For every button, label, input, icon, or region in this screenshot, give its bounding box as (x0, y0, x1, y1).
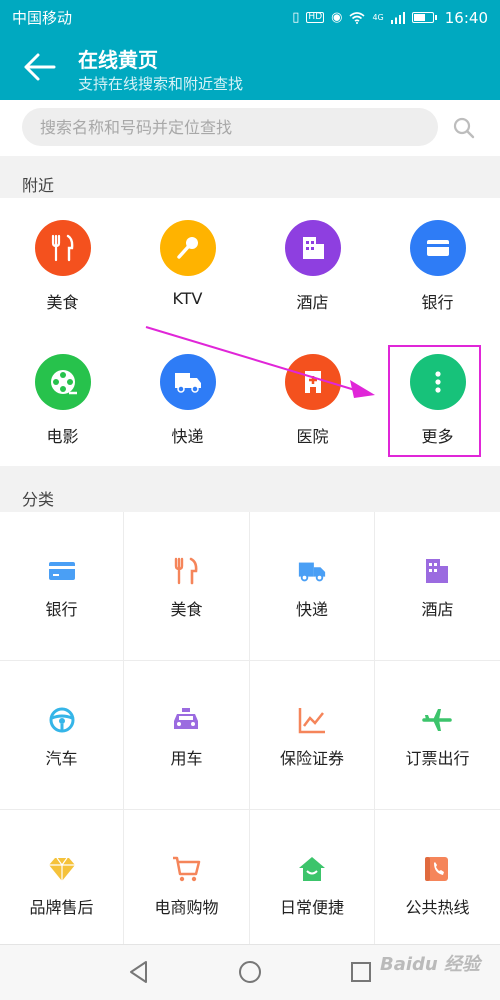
nearby-item-ktv[interactable]: KTV (125, 198, 250, 332)
category-item-label: 银行 (45, 600, 78, 619)
category-item-ride[interactable]: 用车 (124, 661, 250, 810)
watermark: Baidu 经验 (380, 954, 481, 975)
category-item-daily[interactable]: 日常便捷 (250, 810, 375, 944)
phone-book-icon (425, 857, 448, 881)
nearby-item-food[interactable]: 美食 (0, 198, 125, 332)
clock: 16:40 (444, 8, 488, 27)
bank-card-icon (410, 220, 466, 276)
page-title: 在线黄页 (78, 48, 158, 72)
category-item-brand-service[interactable]: 品牌售后 (0, 810, 124, 944)
back-arrow-icon[interactable] (22, 51, 58, 83)
eye-icon: ◉ (331, 10, 343, 25)
nearby-item-label: 银行 (421, 293, 454, 312)
page-subtitle: 支持在线搜索和附近查找 (78, 75, 244, 93)
delivery-truck-icon (298, 562, 326, 582)
hospital-icon (285, 354, 341, 410)
category-item-car[interactable]: 汽车 (0, 661, 124, 810)
battery-icon (411, 12, 437, 23)
nearby-item-label: 美食 (46, 293, 79, 312)
network-type: 4G (372, 12, 384, 22)
signal-icon (390, 11, 405, 24)
search-input[interactable] (22, 108, 438, 146)
category-grid: 银行 美食 快递 酒店 汽车 用车 保险证券 订票出行 品牌售后 电商购物 日常… (0, 512, 500, 944)
search-icon[interactable] (452, 116, 476, 140)
nearby-item-label: 酒店 (296, 293, 329, 312)
category-item-food[interactable]: 美食 (124, 512, 250, 661)
category-item-label: 日常便捷 (279, 898, 344, 917)
bank-card-icon (49, 562, 75, 580)
vibrate-icon: ▯ (292, 10, 300, 25)
status-bar: 中国移动 ▯ HD ◉ 4G 16:40 (0, 0, 500, 35)
category-item-label: 公共热线 (405, 898, 470, 917)
nearby-item-bank[interactable]: 银行 (375, 198, 500, 332)
steering-wheel-icon (49, 707, 75, 733)
nearby-grid: 美食 KTV 酒店 银行 电影 快递 医院 更多 (0, 198, 500, 466)
category-item-label: 用车 (170, 749, 203, 768)
section-label-nearby: 附近 (22, 176, 55, 195)
nearby-item-hotel[interactable]: 酒店 (250, 198, 375, 332)
nav-recents-icon[interactable] (348, 959, 374, 985)
category-item-label: 酒店 (421, 600, 454, 619)
nav-home-icon[interactable] (237, 959, 263, 985)
stock-chart-icon (298, 708, 325, 734)
shopping-cart-icon (173, 856, 201, 882)
category-item-insurance[interactable]: 保险证券 (250, 661, 375, 810)
category-item-label: 快递 (295, 600, 328, 619)
taxi-icon (174, 708, 198, 729)
nearby-item-label: 快递 (171, 427, 204, 446)
category-item-express[interactable]: 快递 (250, 512, 375, 661)
category-item-label: 电商购物 (154, 898, 219, 917)
nearby-item-hospital[interactable]: 医院 (250, 332, 375, 466)
more-dots-icon (410, 354, 466, 410)
category-item-hotel[interactable]: 酒店 (375, 512, 500, 661)
category-item-tickets[interactable]: 订票出行 (375, 661, 500, 810)
diamond-icon (49, 857, 75, 881)
status-icons: ▯ HD ◉ 4G 16:40 (292, 9, 488, 27)
hotel-icon (285, 220, 341, 276)
nav-back-icon[interactable] (126, 959, 152, 985)
nearby-item-label: 电影 (46, 427, 79, 446)
category-item-label: 订票出行 (405, 749, 470, 768)
app-header: 在线黄页 支持在线搜索和附近查找 (0, 35, 500, 100)
hotel-icon (426, 559, 448, 583)
nearby-item-movie[interactable]: 电影 (0, 332, 125, 466)
hd-badge: HD (306, 12, 325, 23)
home-smile-icon (299, 857, 325, 881)
nearby-item-label: 医院 (296, 427, 329, 446)
carrier-name: 中国移动 (12, 9, 73, 27)
airplane-icon (422, 709, 452, 731)
category-item-label: 品牌售后 (29, 898, 94, 917)
nearby-item-express[interactable]: 快递 (125, 332, 250, 466)
section-label-category: 分类 (22, 490, 55, 509)
nearby-item-more[interactable]: 更多 (375, 332, 500, 466)
category-item-label: 保险证券 (279, 749, 344, 768)
nearby-item-label: 更多 (421, 427, 454, 446)
wifi-icon (349, 11, 365, 24)
category-item-label: 美食 (170, 600, 203, 619)
category-item-bank[interactable]: 银行 (0, 512, 124, 661)
food-icon (35, 220, 91, 276)
microphone-icon (160, 220, 216, 276)
delivery-truck-icon (160, 354, 216, 410)
film-reel-icon (35, 354, 91, 410)
category-item-hotline[interactable]: 公共热线 (375, 810, 500, 944)
category-item-label: 汽车 (45, 749, 78, 768)
search-bar (0, 100, 500, 156)
food-icon (174, 557, 198, 585)
nearby-item-label: KTV (172, 289, 203, 308)
category-item-shopping[interactable]: 电商购物 (124, 810, 250, 944)
